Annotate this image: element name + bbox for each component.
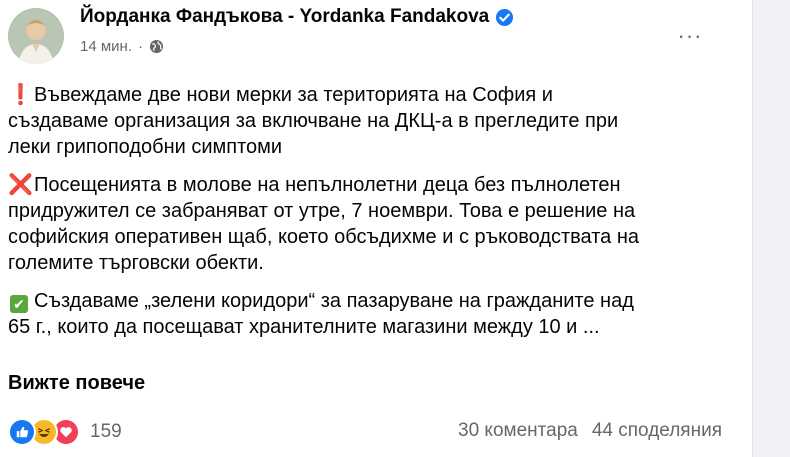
- author-avatar[interactable]: [8, 8, 64, 64]
- avatar-photo: [8, 8, 64, 64]
- text-line: софийския оперативен щаб, което обсъдихм…: [8, 226, 640, 248]
- paragraph-announcement: ❗Въвеждаме две нови мерки за територията…: [8, 82, 738, 160]
- reactions-count: 159: [90, 421, 122, 442]
- comments-count-link[interactable]: 30 коментара: [458, 420, 578, 442]
- text-line: ❗Въвеждаме две нови мерки за територията…: [8, 84, 553, 106]
- check-mark-icon: ✔: [10, 295, 28, 313]
- text-line: ❌Посещенията в молове на непълнолетни де…: [8, 174, 621, 196]
- exclamation-icon: ❗: [8, 84, 33, 106]
- post-card: Йорданка Фандъкова - Yordanka Fandakova …: [0, 0, 752, 457]
- text-line: 65 г., които да посещават хранителните м…: [8, 316, 600, 338]
- paragraph-mall-ban: ❌Посещенията в молове на непълнолетни де…: [8, 172, 738, 276]
- verified-badge-icon: [495, 8, 514, 27]
- reactions-summary[interactable]: 159: [8, 418, 122, 446]
- see-more-link[interactable]: Вижте повече: [8, 372, 145, 395]
- text-line: големите търговски обекти.: [8, 252, 264, 274]
- post-text: ❗Въвеждаме две нови мерки за територията…: [8, 82, 738, 352]
- like-reaction-icon: [8, 418, 36, 446]
- text-line: леки грипоподобни симптоми: [8, 136, 283, 158]
- meta-separator: ·: [138, 38, 143, 55]
- more-options-icon[interactable]: ···: [670, 18, 710, 54]
- paragraph-green-corridors: ✔ Създаваме „зелени коридори“ за пазарува…: [8, 288, 738, 340]
- post-timestamp[interactable]: 14 мин.: [80, 38, 132, 55]
- text-line: придружител се забраняват от утре, 7 ное…: [8, 200, 636, 222]
- post-meta: 14 мин. ·: [80, 38, 164, 55]
- feed-background: [752, 0, 790, 457]
- text-line: създаваме организация за включване на ДК…: [8, 110, 619, 132]
- cross-mark-icon: ❌: [8, 174, 33, 196]
- text-line: ✔ Създаваме „зелени коридори“ за пазарува…: [8, 288, 738, 314]
- shares-count-link[interactable]: 44 споделяния: [592, 420, 722, 442]
- author-line: Йорданка Фандъкова - Yordanka Fandakova: [80, 6, 514, 28]
- engagement-stats: 30 коментара 44 споделяния: [458, 420, 722, 442]
- globe-icon: [149, 39, 164, 54]
- author-name[interactable]: Йорданка Фандъкова - Yordanka Fandakova: [80, 6, 489, 28]
